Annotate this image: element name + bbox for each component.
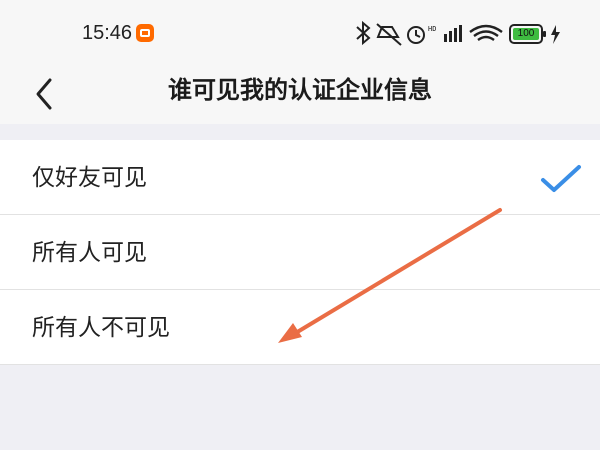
svg-text:HD: HD xyxy=(428,25,436,33)
hd-signal-icon: HD xyxy=(428,25,462,42)
option-label: 所有人可见 xyxy=(32,240,147,266)
battery-level: 100 xyxy=(517,28,535,39)
mute-icon xyxy=(376,23,402,46)
status-bar: 15:46 HD 100 xyxy=(0,0,600,62)
visibility-options-list: 仅好友可见 所有人可见 所有人不可见 xyxy=(0,140,600,365)
option-friends-only[interactable]: 仅好友可见 xyxy=(0,140,600,215)
option-everyone[interactable]: 所有人可见 xyxy=(0,215,600,290)
option-label: 仅好友可见 xyxy=(32,165,147,191)
divider xyxy=(0,364,600,365)
app-notification-icon xyxy=(136,24,154,42)
checkmark-icon xyxy=(541,165,581,192)
page-title: 谁可见我的认证企业信息 xyxy=(168,76,432,104)
wifi-icon xyxy=(469,24,503,41)
option-nobody[interactable]: 所有人不可见 xyxy=(0,290,600,365)
navigation-bar: 谁可见我的认证企业信息 xyxy=(0,62,600,124)
alarm-icon xyxy=(407,26,425,44)
status-icons: HD 100 xyxy=(354,20,568,48)
status-time: 15:46 xyxy=(82,22,133,44)
charging-icon xyxy=(551,25,560,44)
bluetooth-icon xyxy=(356,20,371,46)
option-label: 所有人不可见 xyxy=(32,315,170,341)
